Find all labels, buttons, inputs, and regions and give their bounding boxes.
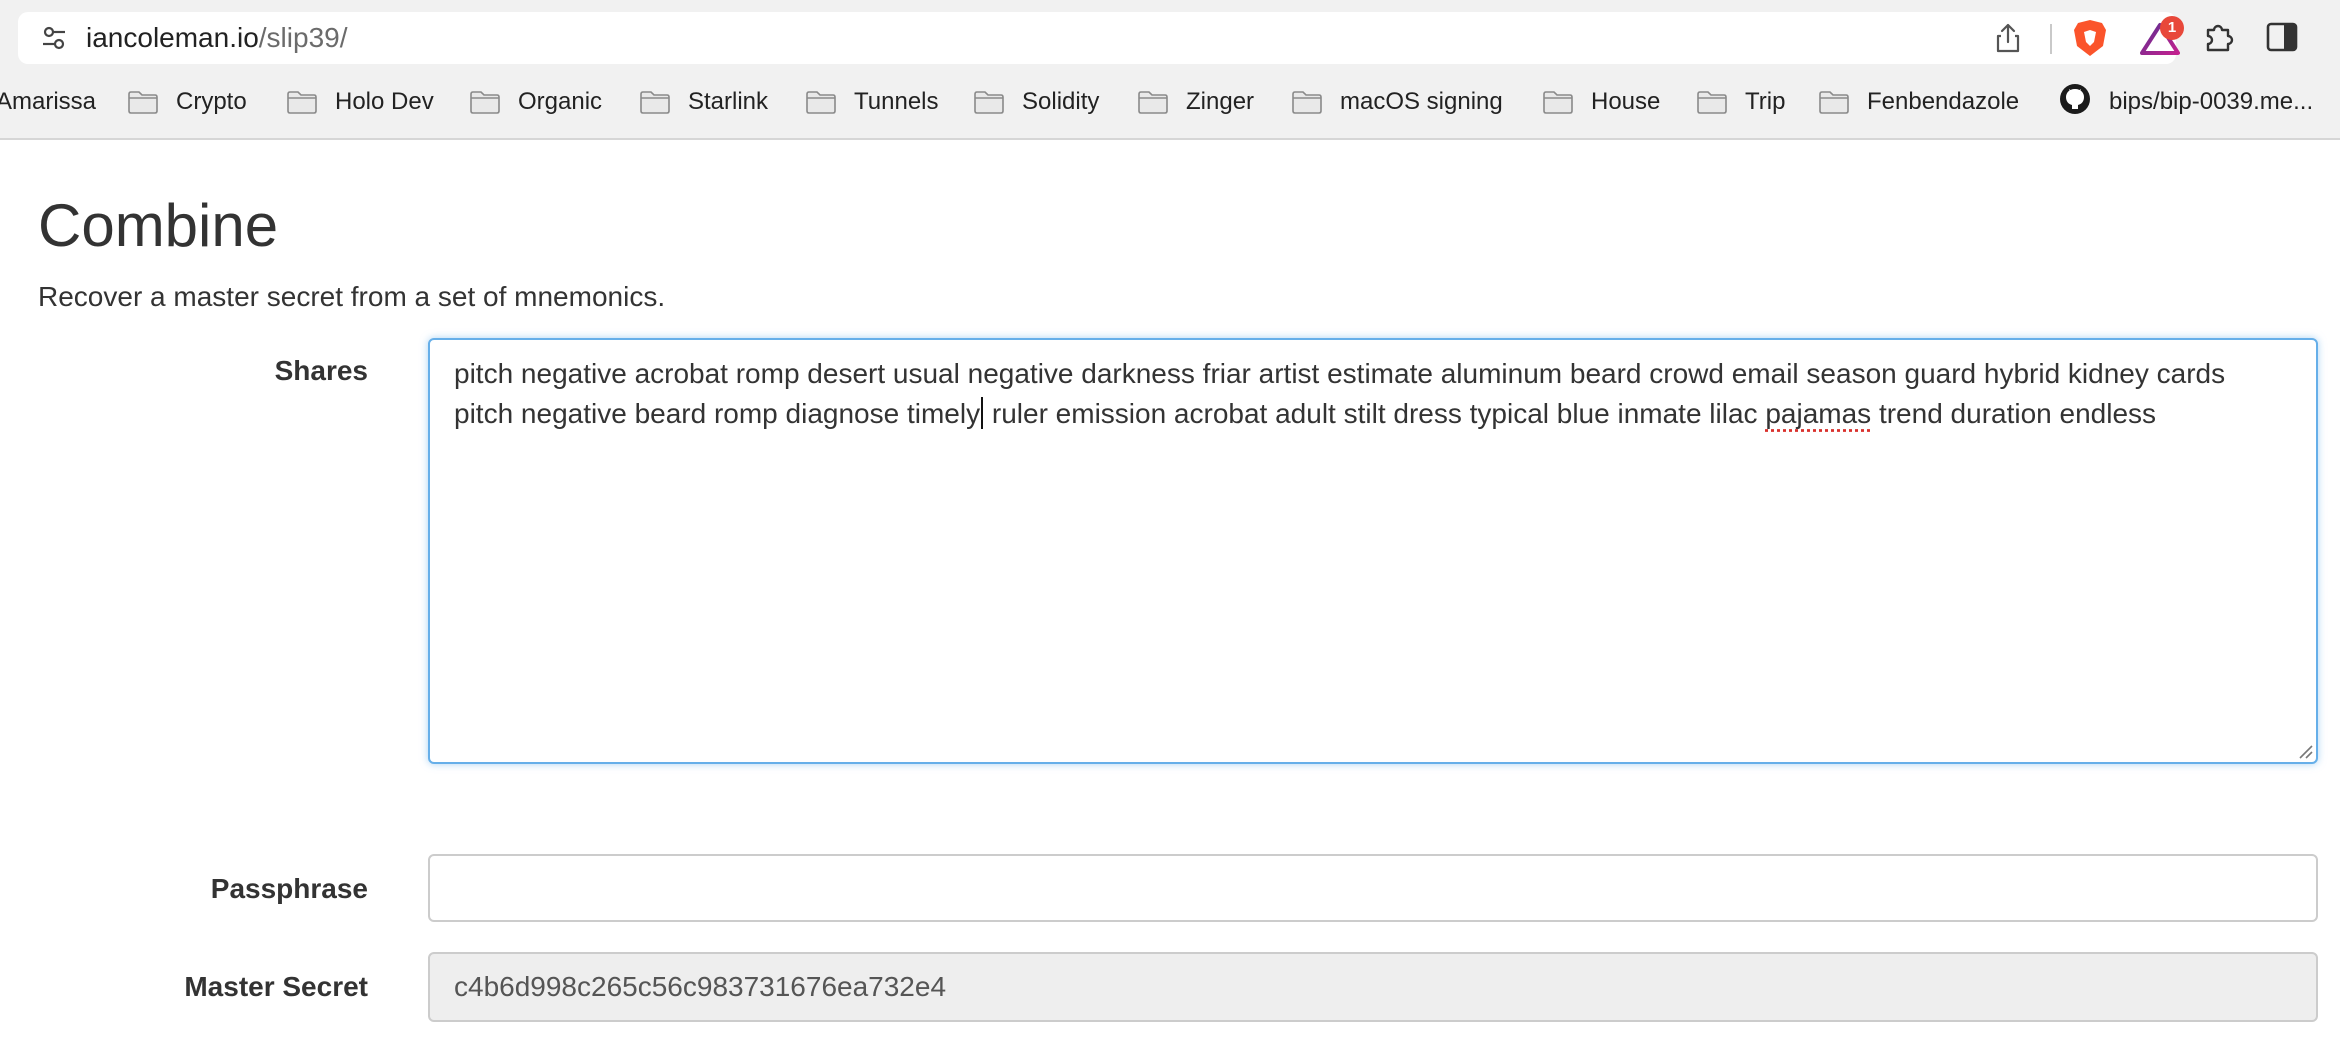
bookmark-label: Crypto: [176, 88, 247, 115]
bookmarks-bar: Amarissa Crypto Holo Dev Organic Starlink Tun…: [0, 80, 2340, 124]
folder-icon: [974, 90, 1004, 114]
sidebar-toggle-icon[interactable]: [2266, 22, 2298, 52]
shares-line-2: pitch negative beard romp diagnose timel…: [454, 394, 2292, 434]
bookmark-label: Trip: [1745, 88, 1786, 115]
url-text[interactable]: iancoleman.io/slip39/: [86, 21, 348, 55]
folder-icon: [806, 90, 836, 114]
bookmark-label: Amarissa: [0, 88, 97, 115]
folder-icon: [1819, 90, 1849, 114]
folder-icon: [287, 90, 317, 114]
browser-chrome: iancoleman.io/slip39/ 1 Amarissa Crypto …: [0, 0, 2340, 140]
url-host: iancoleman.io: [86, 22, 259, 53]
bookmark-label: Fenbendazole: [1867, 88, 2020, 115]
bookmark-item[interactable]: Trip: [1697, 80, 1785, 124]
bookmark-label: Zinger: [1186, 88, 1255, 115]
folder-icon: [1138, 90, 1168, 114]
bookmark-label: House: [1591, 88, 1661, 115]
page-title: Combine: [38, 192, 279, 259]
bookmark-item[interactable]: Zinger: [1138, 80, 1254, 124]
address-bar[interactable]: iancoleman.io/slip39/ 1: [18, 12, 2184, 64]
shares-textarea[interactable]: pitch negative acrobat romp desert usual…: [428, 338, 2318, 764]
bookmark-item[interactable]: Organic: [470, 80, 602, 124]
bookmark-label: Tunnels: [854, 88, 939, 115]
master-secret-label: Master Secret: [184, 971, 368, 1002]
text-caret: [981, 397, 984, 429]
rewards-badge: 1: [2160, 16, 2184, 40]
bookmark-label: Solidity: [1022, 88, 1100, 115]
passphrase-label: Passphrase: [210, 873, 368, 904]
url-path: /slip39/: [258, 22, 348, 53]
folder-icon: [640, 90, 670, 114]
bookmark-label: bips/bip-0039.me...: [2109, 88, 2314, 115]
site-settings-icon[interactable]: [40, 24, 68, 52]
bookmark-item[interactable]: Crypto: [128, 80, 247, 124]
folder-icon: [1543, 90, 1573, 114]
shares-text-after-caret: ruler emission acrobat adult stilt dress…: [984, 398, 1766, 429]
bookmark-label: macOS signing: [1340, 88, 1503, 115]
resize-grip-icon[interactable]: [2296, 742, 2314, 760]
folder-icon: [128, 90, 158, 114]
share-icon[interactable]: [1992, 22, 2024, 54]
brave-shields-icon[interactable]: [2072, 18, 2108, 58]
spellcheck-word: pajamas: [1765, 398, 1872, 429]
bookmark-label: Holo Dev: [335, 88, 434, 115]
bookmark-item[interactable]: Holo Dev: [287, 80, 434, 124]
bookmark-label: Organic: [518, 88, 603, 115]
github-icon: [2059, 83, 2109, 122]
bookmark-item[interactable]: macOS signing: [1292, 80, 1503, 124]
folder-icon: [470, 90, 500, 114]
bookmark-item[interactable]: Solidity: [974, 80, 1099, 124]
passphrase-input[interactable]: [428, 854, 2318, 922]
bookmark-item[interactable]: House: [1543, 80, 1660, 124]
bookmark-item[interactable]: Fenbendazole: [1819, 80, 2019, 124]
page-subtitle: Recover a master secret from a set of mn…: [38, 281, 666, 312]
folder-icon: [1697, 90, 1727, 114]
bookmark-item[interactable]: Starlink: [640, 80, 768, 124]
bookmark-item[interactable]: Amarissa: [0, 80, 96, 124]
address-separator: [2050, 24, 2052, 54]
shares-text-end: trend duration endless: [1871, 398, 2157, 429]
bookmark-label: Starlink: [688, 88, 769, 115]
folder-icon: [1292, 90, 1322, 114]
bookmark-item[interactable]: bips/bip-0039.me...: [2059, 80, 2313, 124]
shares-line-1: pitch negative acrobat romp desert usual…: [454, 358, 2226, 389]
bookmark-item[interactable]: Tunnels: [806, 80, 939, 124]
shares-label: Shares: [274, 355, 368, 386]
shares-text-before-caret: pitch negative beard romp diagnose timel…: [454, 398, 981, 429]
extensions-puzzle-icon[interactable]: [2202, 20, 2236, 54]
master-secret-output[interactable]: c4b6d998c265c56c983731676ea732e4: [428, 952, 2318, 1022]
